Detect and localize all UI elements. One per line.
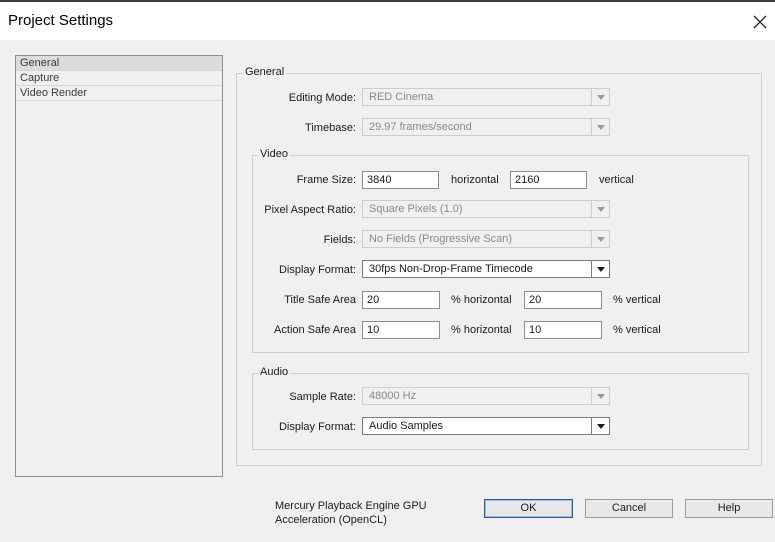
- frame-height-field[interactable]: 2160: [510, 171, 587, 189]
- video-display-format-label: Display Format:: [278, 264, 356, 276]
- title-safe-horizontal-label: % horizontal: [451, 294, 512, 306]
- timebase-label: Timebase:: [305, 122, 356, 134]
- pixel-aspect-ratio-label: Pixel Aspect Ratio:: [264, 204, 356, 216]
- timebase-select[interactable]: 29.97 frames/second: [362, 118, 610, 136]
- chevron-down-icon: [591, 119, 609, 135]
- settings-sidebar: General Capture Video Render: [15, 55, 223, 477]
- editing-mode-select[interactable]: RED Cinema: [362, 88, 610, 106]
- title-safe-vertical-field[interactable]: 20: [524, 291, 602, 309]
- editing-mode-label: Editing Mode:: [288, 92, 356, 104]
- video-display-format-select[interactable]: 30fps Non-Drop-Frame Timecode: [362, 260, 610, 278]
- frame-size-label: Frame Size:: [296, 174, 356, 186]
- title-bar: Project Settings: [0, 0, 775, 40]
- renderer-note: Mercury Playback Engine GPU Acceleration…: [275, 500, 427, 526]
- general-group-title: General: [243, 66, 287, 78]
- audio-group: [252, 373, 749, 450]
- close-button[interactable]: [745, 2, 775, 42]
- sidebar-item-video-render[interactable]: Video Render: [16, 86, 222, 101]
- action-safe-label: Action Safe Area: [274, 324, 356, 336]
- cancel-button[interactable]: Cancel: [585, 499, 673, 518]
- title-safe-horizontal-field[interactable]: 20: [362, 291, 440, 309]
- audio-group-title: Audio: [258, 366, 291, 378]
- video-display-format-value: 30fps Non-Drop-Frame Timecode: [369, 263, 533, 275]
- ok-button[interactable]: OK: [484, 499, 573, 518]
- help-button[interactable]: Help: [685, 499, 773, 518]
- chevron-down-icon: [591, 89, 609, 105]
- timebase-value: 29.97 frames/second: [369, 121, 472, 133]
- sidebar-item-capture[interactable]: Capture: [16, 71, 222, 86]
- frame-horizontal-label: horizontal: [451, 174, 499, 186]
- title-safe-vertical-label: % vertical: [613, 294, 661, 306]
- pixel-aspect-ratio-select[interactable]: Square Pixels (1.0): [362, 200, 610, 218]
- chevron-down-icon: [591, 231, 609, 247]
- sidebar-item-general[interactable]: General: [16, 56, 222, 71]
- frame-vertical-label: vertical: [599, 174, 634, 186]
- audio-display-format-select[interactable]: Audio Samples: [362, 417, 610, 435]
- action-safe-horizontal-label: % horizontal: [451, 324, 512, 336]
- editing-mode-value: RED Cinema: [369, 91, 434, 103]
- chevron-down-icon: [591, 261, 609, 277]
- audio-display-format-value: Audio Samples: [369, 420, 443, 432]
- close-icon: [753, 15, 767, 29]
- frame-width-field[interactable]: 3840: [362, 171, 439, 189]
- chevron-down-icon: [591, 418, 609, 434]
- chevron-down-icon: [591, 201, 609, 217]
- sample-rate-select[interactable]: 48000 Hz: [362, 387, 610, 405]
- fields-select[interactable]: No Fields (Progressive Scan): [362, 230, 610, 248]
- fields-label: Fields:: [323, 234, 356, 246]
- video-group-title: Video: [258, 148, 290, 160]
- fields-value: No Fields (Progressive Scan): [369, 233, 513, 245]
- action-safe-vertical-label: % vertical: [613, 324, 661, 336]
- sample-rate-value: 48000 Hz: [369, 390, 417, 402]
- pixel-aspect-ratio-value: Square Pixels (1.0): [369, 203, 463, 215]
- action-safe-horizontal-field[interactable]: 10: [362, 321, 440, 339]
- window-title: Project Settings: [8, 12, 114, 29]
- audio-display-format-label: Display Format:: [278, 421, 356, 433]
- chevron-down-icon: [591, 388, 609, 404]
- title-safe-label: Title Safe Area: [284, 294, 356, 306]
- action-safe-vertical-field[interactable]: 10: [524, 321, 602, 339]
- sample-rate-label: Sample Rate:: [289, 391, 356, 403]
